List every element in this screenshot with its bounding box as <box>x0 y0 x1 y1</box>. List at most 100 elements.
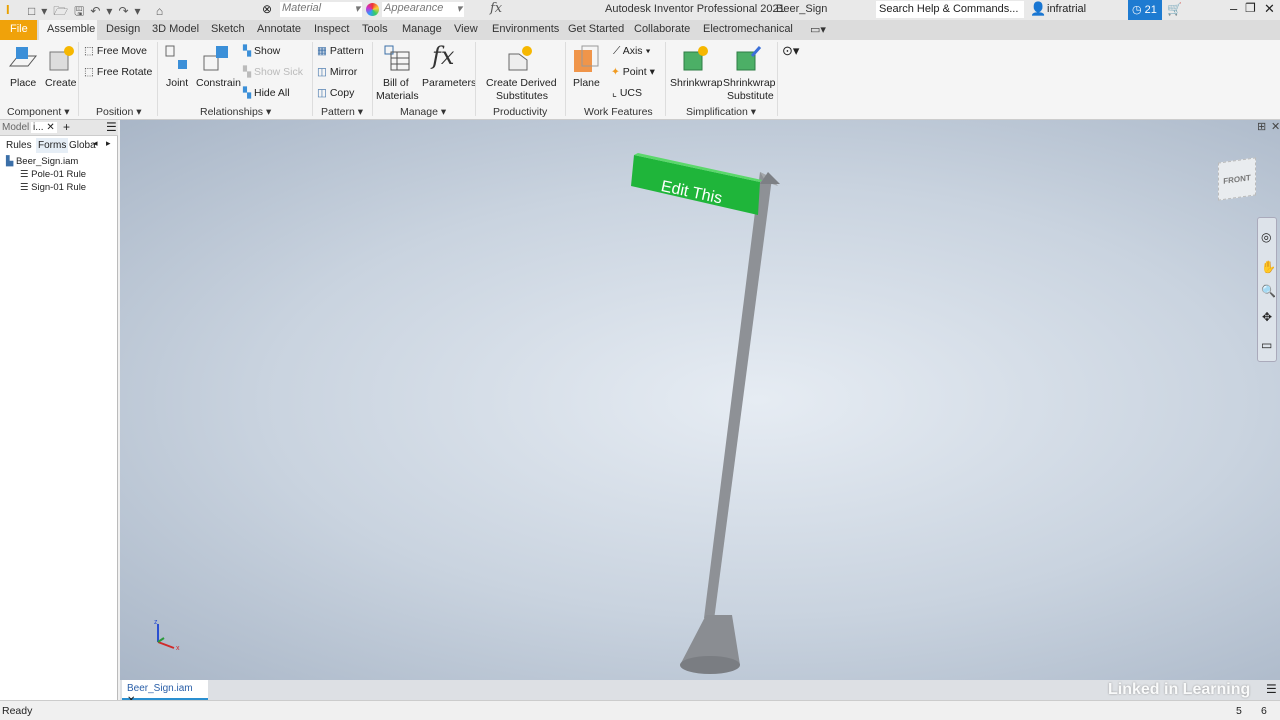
group-productivity: Productivity <box>493 106 548 118</box>
menu-icon[interactable]: ☰ <box>106 120 117 134</box>
hide-all-icon: ▚ <box>243 87 252 99</box>
scroll-right-button[interactable]: ▸ <box>106 138 111 149</box>
hide-all-label: Hide All <box>254 87 290 99</box>
tree-label: Pole-01 Rule <box>31 169 87 180</box>
steering-wheel-icon[interactable]: ◎ <box>1261 230 1271 244</box>
tab-collaborate[interactable]: Collaborate <box>634 23 690 35</box>
tab-tools[interactable]: Tools <box>362 23 388 35</box>
tab-sketch[interactable]: Sketch <box>211 23 245 35</box>
material-dropdown[interactable]: Material ▾ <box>280 2 362 17</box>
shrinkwrap-button[interactable]: Shrinkwrap <box>669 42 723 98</box>
svg-text:x: x <box>176 645 180 652</box>
tab-inspect[interactable]: Inspect <box>314 23 349 35</box>
document-tab[interactable]: Beer_Sign.iam ✕ <box>122 680 208 706</box>
search-help-input[interactable]: Search Help & Commands... <box>876 1 1024 18</box>
tab-environments[interactable]: Environments <box>492 23 559 35</box>
graphics-viewport[interactable]: Edit This FRONT ⊞ ✕ ◎ ✋ 🔍 ✥ ▭ zx <box>120 120 1280 680</box>
document-title: Beer_Sign <box>776 3 828 15</box>
point-label: Point <box>622 66 647 78</box>
show-button[interactable]: ▚ Show <box>243 45 280 57</box>
copy-button[interactable]: ◫ Copy <box>317 87 354 99</box>
create-button[interactable]: Create <box>44 42 78 98</box>
appearance-dropdown[interactable]: Appearance ▾ <box>382 2 464 17</box>
group-component[interactable]: Component ▾ <box>7 106 70 118</box>
group-pattern[interactable]: Pattern ▾ <box>321 106 363 118</box>
subtab-rules[interactable]: Rules <box>6 140 32 151</box>
orbit-icon[interactable]: ✥ <box>1262 310 1272 324</box>
tree-item-rule[interactable]: ☰ Pole-01 Rule <box>20 169 86 180</box>
tab-annotate[interactable]: Annotate <box>257 23 301 35</box>
pan-icon[interactable]: ✋ <box>1261 260 1276 274</box>
close-button[interactable]: ✕ <box>1264 1 1275 17</box>
group-manage[interactable]: Manage ▾ <box>400 106 446 118</box>
tree-item-rule[interactable]: ☰ Sign-01 Rule <box>20 182 86 193</box>
show-sick-label: Show Sick <box>254 66 304 78</box>
ucs-button[interactable]: ⌞ UCS <box>612 87 642 99</box>
free-move-icon: ⬚ <box>84 45 94 57</box>
add-tab-button[interactable]: + <box>63 120 70 134</box>
subtab-forms[interactable]: Forms <box>36 138 69 153</box>
constrain-button[interactable]: Constrain <box>194 42 241 98</box>
mirror-button[interactable]: ◫ Mirror <box>317 66 357 78</box>
tab-file[interactable]: File <box>0 20 37 40</box>
viewport-close-icon[interactable]: ✕ <box>1271 120 1280 133</box>
scroll-left-button[interactable]: ◂ <box>93 138 98 149</box>
bill-of-materials-button[interactable]: Bill of Materials <box>375 42 419 102</box>
group-relationships[interactable]: Relationships ▾ <box>200 106 271 118</box>
status-text: Ready <box>2 705 33 717</box>
joint-button[interactable]: Joint <box>162 42 192 98</box>
hide-all-button[interactable]: ▚ Hide All <box>243 87 290 99</box>
user-name[interactable]: infratrial <box>1047 3 1086 15</box>
point-icon: ✦ <box>611 66 620 78</box>
tab-assemble[interactable]: Assemble <box>39 20 97 41</box>
group-label: Pattern <box>321 106 355 118</box>
panel-visibility-icon[interactable]: ▭▾ <box>810 23 826 36</box>
look-at-icon[interactable]: ▭ <box>1261 338 1272 352</box>
viewport-restore-icon[interactable]: ⊞ <box>1257 120 1266 133</box>
tab-electromechanical[interactable]: Electromechanical <box>703 23 793 35</box>
group-position[interactable]: Position ▾ <box>96 106 142 118</box>
create-derived-substitutes-button[interactable]: Create Derived Substitutes <box>483 42 559 102</box>
pattern-button[interactable]: ▦ Pattern <box>317 45 364 57</box>
tab-view[interactable]: View <box>454 23 478 35</box>
parameters-button[interactable]: fx Parameters <box>420 42 476 98</box>
close-icon[interactable]: ✕ <box>46 122 54 133</box>
tree-item-assembly[interactable]: ▙ Beer_Sign.iam <box>6 156 78 167</box>
copy-icon: ◫ <box>317 87 327 99</box>
free-rotate-button[interactable]: ⬚ Free Rotate <box>84 66 152 78</box>
minimize-button[interactable]: – <box>1230 1 1237 16</box>
tab-ilogic[interactable]: i... ✕ <box>31 122 57 133</box>
cart-icon[interactable]: 🛒 <box>1167 2 1182 16</box>
tab-design[interactable]: Design <box>106 23 140 35</box>
plane-button[interactable]: Plane <box>570 42 604 98</box>
more-tools-dropdown-icon[interactable]: ⊙▾ <box>782 43 799 59</box>
place-button[interactable]: Place <box>4 42 40 98</box>
point-button[interactable]: ✦ Point ▾ <box>611 66 655 78</box>
ucs-icon: ⌞ <box>612 87 617 99</box>
sws-label-2: Substitute <box>727 90 774 102</box>
pattern-label: Pattern <box>329 45 364 57</box>
shrinkwrap-substitute-button[interactable]: Shrinkwrap Substitute <box>722 42 776 102</box>
group-label: Simplification <box>686 106 748 118</box>
fx-icon[interactable]: fx <box>490 1 502 16</box>
notifications-button[interactable]: ◷ 21 <box>1128 0 1162 20</box>
tab-get-started[interactable]: Get Started <box>568 23 624 35</box>
sign-pole[interactable] <box>680 172 780 674</box>
view-cube[interactable]: FRONT <box>1218 157 1256 201</box>
tab-3d-model[interactable]: 3D Model <box>152 23 199 35</box>
document-menu-icon[interactable]: ☰ <box>1266 682 1277 696</box>
bill-of-materials-icon <box>384 45 410 71</box>
axis-button[interactable]: ⟋ Axis ▾ <box>613 45 651 58</box>
tab-model[interactable]: Model <box>2 122 29 133</box>
street-sign[interactable] <box>631 153 762 215</box>
fx-parameters-icon: fx <box>432 42 455 70</box>
free-move-button[interactable]: ⬚ Free Move <box>84 45 147 57</box>
group-simplification[interactable]: Simplification ▾ <box>686 106 756 118</box>
zoom-icon[interactable]: 🔍 <box>1261 284 1276 298</box>
show-sick-icon: ▚ <box>243 66 252 78</box>
ucs-label: UCS <box>619 87 643 99</box>
group-work-features: Work Features <box>584 106 653 118</box>
tab-manage[interactable]: Manage <box>402 23 442 35</box>
subtab-global[interactable]: Globa <box>69 140 96 151</box>
restore-button[interactable]: ❐ <box>1245 1 1256 15</box>
